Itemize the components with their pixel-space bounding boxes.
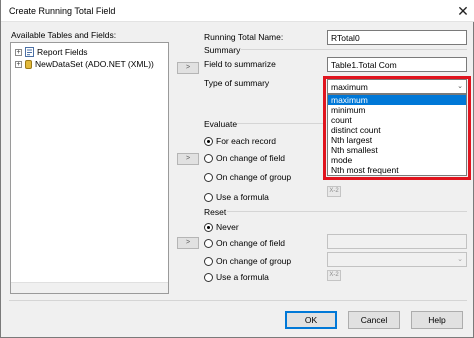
- cancel-button[interactable]: Cancel: [348, 311, 400, 329]
- fields-tree[interactable]: + Report Fields + NewDataSet (ADO.NET (X…: [10, 42, 169, 294]
- help-button[interactable]: Help: [411, 311, 463, 329]
- radio-label: For each record: [216, 136, 276, 146]
- summary-divider: [241, 49, 467, 50]
- database-icon: [25, 59, 32, 69]
- field-to-summarize-input[interactable]: Table1.Total Com: [327, 57, 467, 72]
- radio-label: Use a formula: [216, 272, 269, 282]
- tree-item-report-fields[interactable]: + Report Fields: [15, 46, 88, 58]
- field-to-summarize-label: Field to summarize: [204, 59, 276, 69]
- reset-header: Reset: [204, 207, 227, 217]
- expand-icon[interactable]: +: [15, 60, 22, 68]
- tree-item-label: Report Fields: [37, 47, 88, 57]
- reset-formula-editor-icon[interactable]: X-2: [327, 270, 341, 281]
- highlight-annotation-box: [323, 76, 471, 180]
- radio-label: Use a formula: [216, 192, 269, 202]
- radio-label: On change of field: [216, 238, 285, 248]
- running-total-name-input[interactable]: RTotal0: [327, 30, 467, 45]
- add-summary-field-button[interactable]: >: [177, 62, 199, 74]
- horizontal-scrollbar[interactable]: [11, 282, 168, 293]
- add-reset-field-button[interactable]: >: [177, 237, 199, 249]
- radio-button-icon[interactable]: [204, 272, 213, 282]
- evaluate-on-change-of-field-radio[interactable]: On change of field: [204, 153, 285, 163]
- chevron-down-icon: ⌄: [457, 256, 463, 263]
- radio-label: On change of field: [216, 153, 285, 163]
- radio-label: Never: [216, 222, 239, 232]
- reset-group-select: ⌄: [327, 252, 467, 267]
- title-bar: Create Running Total Field ✕: [1, 0, 474, 22]
- tree-label: Available Tables and Fields:: [11, 30, 117, 40]
- summary-header: Summary: [204, 45, 241, 55]
- evaluate-use-a-formula-radio[interactable]: Use a formula: [204, 192, 269, 202]
- window-title: Create Running Total Field: [9, 6, 116, 16]
- radio-button-icon[interactable]: [204, 238, 213, 248]
- add-evaluate-field-button[interactable]: >: [177, 153, 199, 165]
- evaluate-divider: [237, 123, 323, 124]
- reset-divider: [227, 211, 467, 212]
- tree-item-newdataset[interactable]: + NewDataSet (ADO.NET (XML)): [15, 58, 154, 70]
- radio-button-icon[interactable]: [204, 222, 213, 232]
- reset-field-input: [327, 234, 467, 249]
- radio-button-icon[interactable]: [204, 153, 213, 163]
- radio-button-icon[interactable]: [204, 172, 213, 182]
- close-icon[interactable]: ✕: [451, 0, 474, 22]
- ok-button[interactable]: OK: [285, 311, 337, 329]
- radio-label: On change of group: [216, 172, 292, 182]
- reset-use-a-formula-radio[interactable]: Use a formula: [204, 272, 269, 282]
- reset-on-change-of-field-radio[interactable]: On change of field: [204, 238, 285, 248]
- evaluate-for-each-record-radio[interactable]: For each record: [204, 136, 276, 146]
- expand-icon[interactable]: +: [15, 48, 22, 56]
- radio-label: On change of group: [216, 256, 292, 266]
- dialog-window: Create Running Total Field ✕ Available T…: [0, 0, 474, 338]
- radio-button-icon[interactable]: [204, 136, 213, 146]
- tree-item-label: NewDataSet (ADO.NET (XML)): [35, 59, 154, 69]
- evaluate-on-change-of-group-radio[interactable]: On change of group: [204, 172, 291, 182]
- evaluate-formula-editor-icon[interactable]: X-2: [327, 186, 341, 197]
- radio-button-icon[interactable]: [204, 192, 213, 202]
- reset-on-change-of-group-radio[interactable]: On change of group: [204, 256, 291, 266]
- radio-button-icon[interactable]: [204, 256, 213, 266]
- report-fields-icon: [25, 47, 34, 57]
- running-total-name-label: Running Total Name:: [204, 32, 284, 42]
- evaluate-header: Evaluate: [204, 119, 238, 129]
- reset-never-radio[interactable]: Never: [204, 222, 239, 232]
- type-of-summary-label: Type of summary: [204, 78, 270, 88]
- footer-divider: [9, 300, 467, 301]
